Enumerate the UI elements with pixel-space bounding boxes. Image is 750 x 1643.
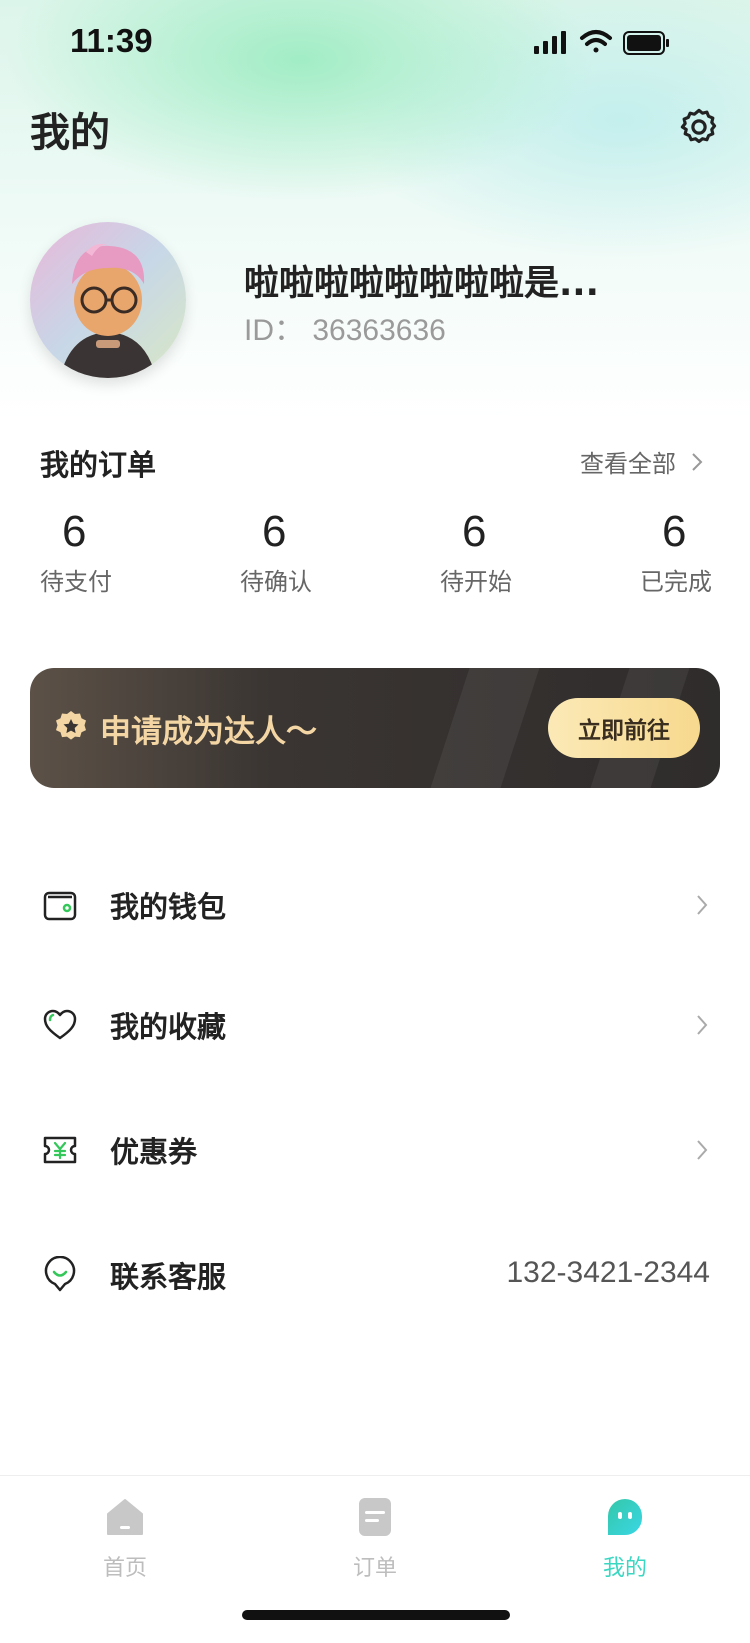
chevron-right-icon xyxy=(697,1015,708,1035)
home-icon xyxy=(107,1499,143,1535)
tab-home[interactable]: 首页 xyxy=(70,1496,180,1582)
order-stat-label: 待确认 xyxy=(240,568,312,597)
customer-service-icon xyxy=(44,1256,76,1292)
star-badge-icon xyxy=(56,711,86,740)
chevron-right-icon xyxy=(697,895,708,915)
settings-gear-icon[interactable] xyxy=(678,106,720,148)
menu-item-label: 优惠券 xyxy=(110,1135,198,1169)
order-stat-count: 6 xyxy=(662,507,687,556)
banner-text: 申请成为达人～ xyxy=(100,714,317,750)
order-stat-count: 6 xyxy=(462,507,487,556)
user-id-label: ID： xyxy=(244,314,304,347)
menu-item-coupons[interactable]: 优惠券 xyxy=(0,1095,750,1205)
order-stat-pending-payment[interactable]: 6 待支付 xyxy=(40,507,150,597)
order-stat-label: 待开始 xyxy=(440,568,512,597)
view-all-orders-link[interactable]: 查看全部 xyxy=(580,444,704,479)
order-stat-count: 6 xyxy=(62,507,87,556)
tab-orders[interactable]: 订单 xyxy=(320,1496,430,1582)
signal-icon xyxy=(534,31,566,54)
order-stat-label: 待支付 xyxy=(40,568,112,597)
page-title: 我的 xyxy=(30,110,110,156)
avatar-illustration xyxy=(30,222,186,378)
wallet-icon xyxy=(43,891,77,921)
go-now-button[interactable]: 立即前往 xyxy=(548,698,700,758)
order-stat-completed[interactable]: 6 已完成 xyxy=(640,507,750,597)
coupon-icon xyxy=(43,1136,77,1164)
profile-icon xyxy=(608,1499,642,1535)
become-expert-banner[interactable]: 申请成为达人～ 立即前往 xyxy=(30,668,720,788)
order-stat-label: 已完成 xyxy=(640,568,712,597)
menu-item-favorites[interactable]: 我的收藏 xyxy=(0,970,750,1080)
chevron-right-icon xyxy=(697,1140,708,1160)
view-all-label: 查看全部 xyxy=(580,450,676,478)
chevron-right-icon xyxy=(692,452,703,471)
wifi-icon xyxy=(580,30,612,53)
heart-icon xyxy=(43,1009,77,1040)
orders-title: 我的订单 xyxy=(40,448,157,482)
user-id-value: 36363636 xyxy=(312,314,446,347)
menu-item-label: 我的钱包 xyxy=(110,890,227,924)
order-stat-count: 6 xyxy=(262,507,287,556)
username: 啦啦啦啦啦啦啦啦是... xyxy=(244,264,599,304)
menu-item-label: 我的收藏 xyxy=(110,1010,227,1044)
status-time: 11:39 xyxy=(70,22,153,59)
status-icons xyxy=(534,30,669,55)
order-icon xyxy=(359,1498,391,1536)
home-indicator xyxy=(242,1610,510,1620)
user-id: ID： 36363636 xyxy=(244,305,446,349)
order-stat-pending-confirm[interactable]: 6 待确认 xyxy=(240,507,350,597)
tab-profile[interactable]: 我的 xyxy=(570,1496,680,1582)
battery-icon xyxy=(623,31,669,55)
menu-item-label: 联系客服 xyxy=(110,1260,227,1294)
menu-item-customer-service[interactable]: 联系客服 132-3421-2344 xyxy=(0,1220,750,1330)
order-stat-pending-start[interactable]: 6 待开始 xyxy=(440,507,550,597)
menu-item-wallet[interactable]: 我的钱包 xyxy=(0,850,750,960)
banner-stripe xyxy=(430,668,540,788)
tab-label: 首页 xyxy=(102,1556,147,1581)
tab-label: 我的 xyxy=(602,1556,647,1581)
customer-service-phone[interactable]: 132-3421-2344 xyxy=(506,1256,710,1290)
tab-label: 订单 xyxy=(352,1556,397,1581)
avatar[interactable] xyxy=(30,222,186,378)
